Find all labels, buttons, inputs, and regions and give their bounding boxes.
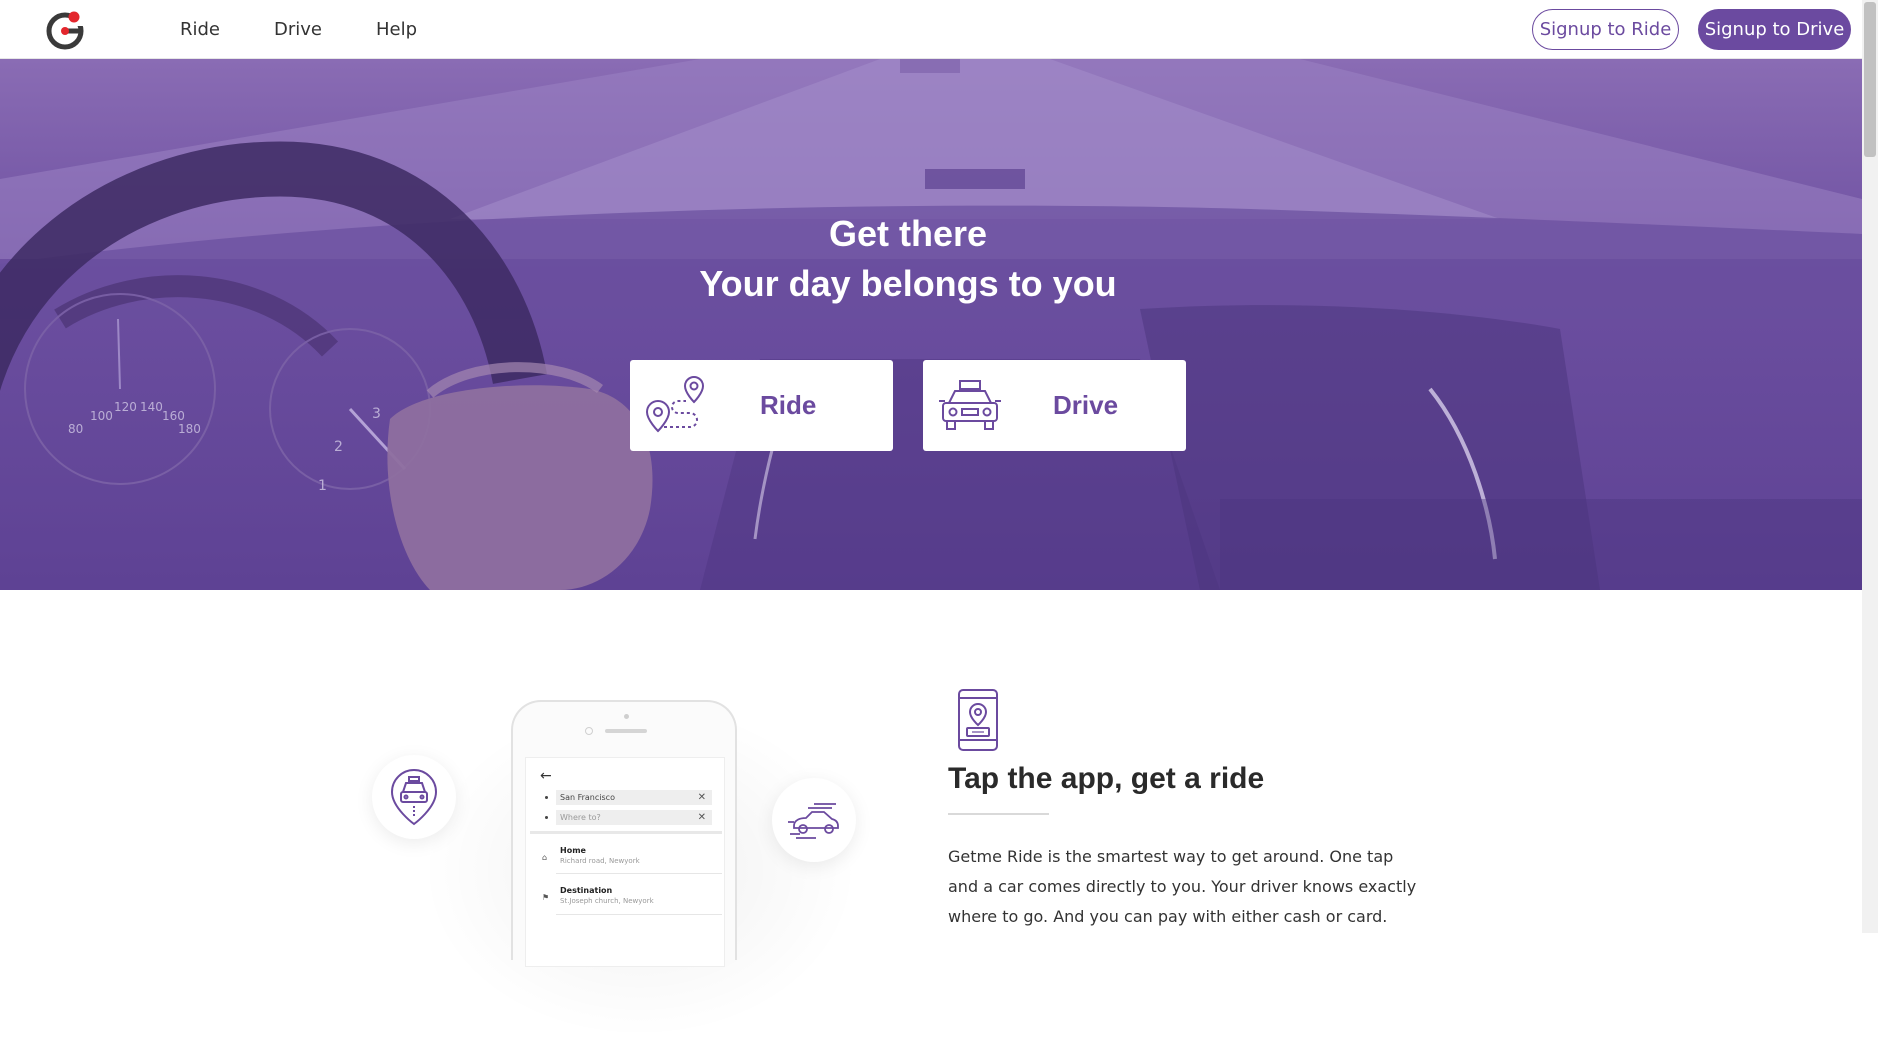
flag-icon: ⚑	[542, 893, 550, 902]
speedo-tick-120: 120	[114, 400, 137, 414]
phone-taxi-icon	[958, 689, 998, 751]
to-field-placeholder: Where to?	[560, 813, 601, 822]
speedo-tick-80: 80	[68, 422, 83, 436]
nav-ride-link[interactable]: Ride	[180, 19, 220, 40]
page-scrollbar[interactable]	[1862, 0, 1878, 933]
scrollbar-thumb[interactable]	[1864, 2, 1876, 157]
home-icon: ⌂	[542, 853, 548, 862]
tacho-tick-2: 2	[334, 439, 343, 455]
route-dot-start	[545, 796, 548, 799]
saved-place-subtitle: St.Joseph church, Newyork	[560, 897, 654, 905]
taxi-pin-bubble	[372, 755, 456, 839]
to-field: Where to? ✕	[556, 810, 712, 825]
saved-place-title: Destination	[560, 886, 613, 895]
saved-place-home: Home Richard road, Newyork	[560, 846, 640, 865]
tacho-tick-1: 1	[318, 478, 327, 494]
ride-choice-label: Ride	[760, 390, 817, 420]
clear-from-icon: ✕	[697, 792, 706, 803]
saved-place-subtitle: Richard road, Newyork	[560, 857, 640, 865]
route-dot-end	[545, 816, 548, 819]
feature-section: ← San Francisco ✕ Where to? ✕ ⌂ Home Ric…	[0, 590, 1862, 1040]
hero-heading-line1: Get there	[828, 213, 988, 254]
logo-icon	[46, 11, 86, 50]
saved-place-destination: Destination St.Joseph church, Newyork	[560, 886, 654, 905]
route-pins-icon	[645, 375, 705, 432]
feature-title: Tap the app, get a ride	[948, 762, 1265, 795]
drive-choice-label: Drive	[1053, 390, 1119, 420]
ride-choice-card[interactable]: Ride	[630, 360, 893, 451]
speedo-tick-180: 180	[178, 422, 201, 436]
signup-ride-button[interactable]: Signup to Ride	[1532, 9, 1679, 50]
phone-speaker	[605, 729, 647, 733]
top-navbar: Ride Drive Help Signup to Ride Signup to…	[0, 0, 1862, 59]
speedo-tick-100: 100	[90, 409, 113, 423]
nav-drive-link[interactable]: Drive	[274, 19, 322, 40]
screen-divider	[530, 831, 722, 834]
speedo-tick-140: 140	[140, 400, 163, 414]
saved-place-title: Home	[560, 846, 586, 855]
phone-camera	[624, 714, 629, 719]
list-divider	[556, 873, 722, 874]
drive-choice-card[interactable]: Drive	[923, 360, 1186, 451]
speedometer-ticks: 80 100 120 140 160 180	[68, 400, 201, 436]
from-field: San Francisco ✕	[556, 790, 712, 805]
phone-screen: ← San Francisco ✕ Where to? ✕ ⌂ Home Ric…	[525, 757, 725, 967]
tachometer-ticks: 1 2 3	[318, 406, 381, 494]
phone-mockup: ← San Francisco ✕ Where to? ✕ ⌂ Home Ric…	[511, 700, 737, 967]
car-speed-bubble	[772, 778, 856, 862]
back-arrow-icon: ←	[540, 768, 552, 784]
speeding-car-icon	[788, 803, 839, 839]
taxi-car-icon	[939, 379, 1001, 430]
main-nav: Ride Drive Help	[180, 0, 471, 59]
brand-logo[interactable]	[44, 8, 88, 52]
clear-to-icon: ✕	[697, 812, 706, 823]
from-field-value: San Francisco	[560, 793, 615, 802]
signup-drive-button[interactable]: Signup to Drive	[1698, 9, 1851, 50]
phone-sensor	[585, 727, 593, 735]
taxi-pin-icon	[390, 768, 438, 826]
hero-heading-line2: Your day belongs to you	[699, 263, 1117, 304]
feature-divider	[948, 813, 1049, 815]
dashboard-background-image: 80 100 120 140 160 180 1 2 3	[0, 59, 1862, 590]
nav-help-link[interactable]: Help	[376, 19, 417, 40]
feature-description: Getme Ride is the smartest way to get ar…	[948, 847, 1417, 926]
speedo-tick-160: 160	[162, 409, 185, 423]
tacho-tick-3: 3	[372, 406, 381, 422]
hero-section: 80 100 120 140 160 180 1 2 3 Get there Y…	[0, 59, 1862, 590]
list-divider	[556, 914, 722, 915]
